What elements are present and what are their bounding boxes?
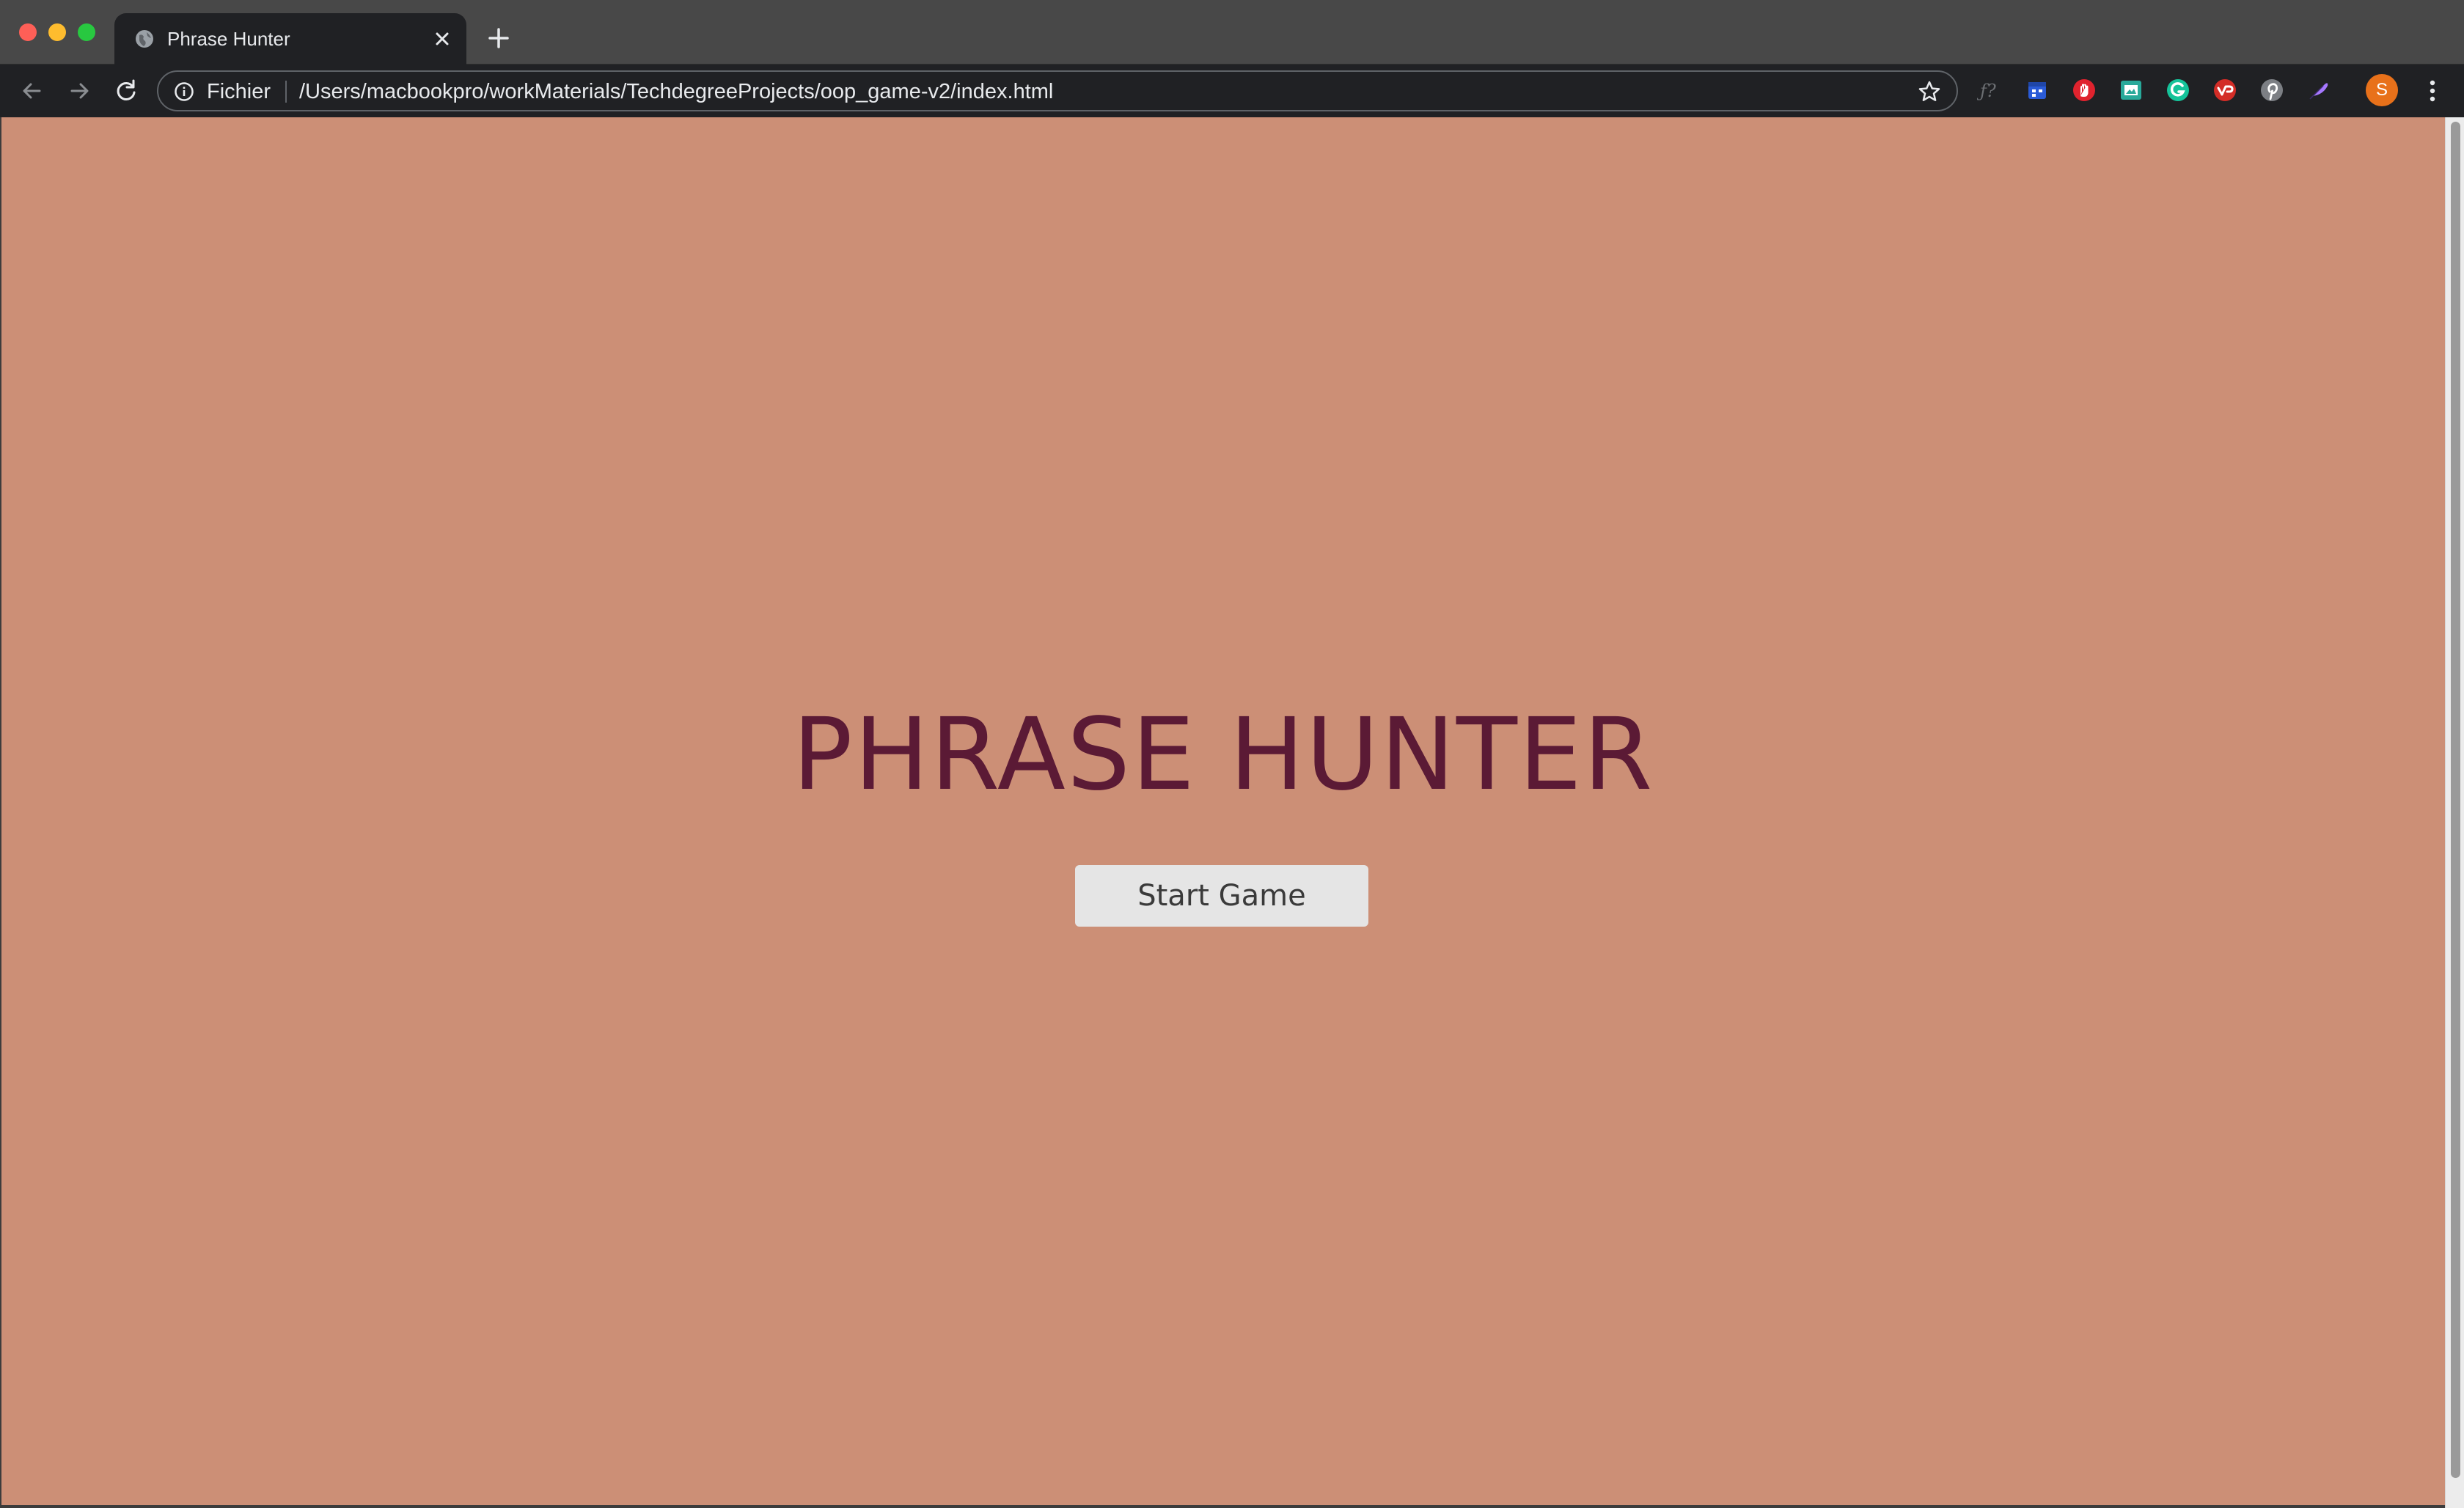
close-window-button[interactable] bbox=[19, 23, 37, 41]
svg-text:ƒ?: ƒ? bbox=[1977, 81, 1996, 101]
formula-extension-icon[interactable]: ƒ? bbox=[1977, 77, 2003, 103]
omnibox-divider bbox=[285, 81, 287, 103]
back-arrow-icon[interactable] bbox=[18, 76, 47, 106]
maximize-window-button[interactable] bbox=[78, 23, 95, 41]
tab-title: Phrase Hunter bbox=[167, 28, 290, 50]
reload-icon[interactable] bbox=[111, 76, 141, 106]
feather-extension-icon[interactable] bbox=[2306, 77, 2332, 103]
url-text[interactable]: /Users/macbookpro/workMaterials/Techdegr… bbox=[299, 80, 1053, 103]
adblock-extension-icon[interactable] bbox=[2071, 77, 2097, 103]
vertical-scrollbar[interactable] bbox=[2445, 117, 2464, 1508]
calendar-extension-icon[interactable] bbox=[2024, 77, 2050, 103]
game-title: PHRASE HUNTER bbox=[792, 697, 1654, 813]
more-menu-icon[interactable] bbox=[2423, 76, 2442, 106]
page-viewport: PHRASE HUNTER Start Game bbox=[1, 117, 2445, 1505]
profile-avatar[interactable]: S bbox=[2366, 74, 2398, 106]
tab-phrase-hunter[interactable]: Phrase Hunter bbox=[114, 13, 466, 65]
scrollbar-thumb[interactable] bbox=[2451, 122, 2460, 1478]
browser-window: Phrase Hunter Fichier /Users/macbookpro/… bbox=[0, 0, 2464, 1508]
new-tab-plus-icon[interactable] bbox=[485, 25, 512, 51]
start-game-button[interactable]: Start Game bbox=[1075, 865, 1368, 927]
tab-strip: Phrase Hunter bbox=[0, 0, 2464, 65]
lastpass-extension-icon[interactable] bbox=[2212, 77, 2238, 103]
minimize-window-button[interactable] bbox=[48, 23, 66, 41]
globe-icon bbox=[136, 30, 153, 48]
info-icon[interactable] bbox=[173, 81, 195, 103]
scheme-label: Fichier bbox=[207, 80, 271, 103]
pinterest-extension-icon[interactable] bbox=[2259, 77, 2285, 103]
grammarly-extension-icon[interactable] bbox=[2165, 77, 2191, 103]
forward-arrow-icon[interactable] bbox=[65, 76, 94, 106]
address-bar[interactable]: Fichier /Users/macbookpro/workMaterials/… bbox=[157, 70, 1958, 111]
close-tab-icon[interactable] bbox=[430, 26, 455, 51]
bookmark-star-icon[interactable] bbox=[1917, 79, 1942, 104]
screenshot-extension-icon[interactable] bbox=[2118, 77, 2144, 103]
